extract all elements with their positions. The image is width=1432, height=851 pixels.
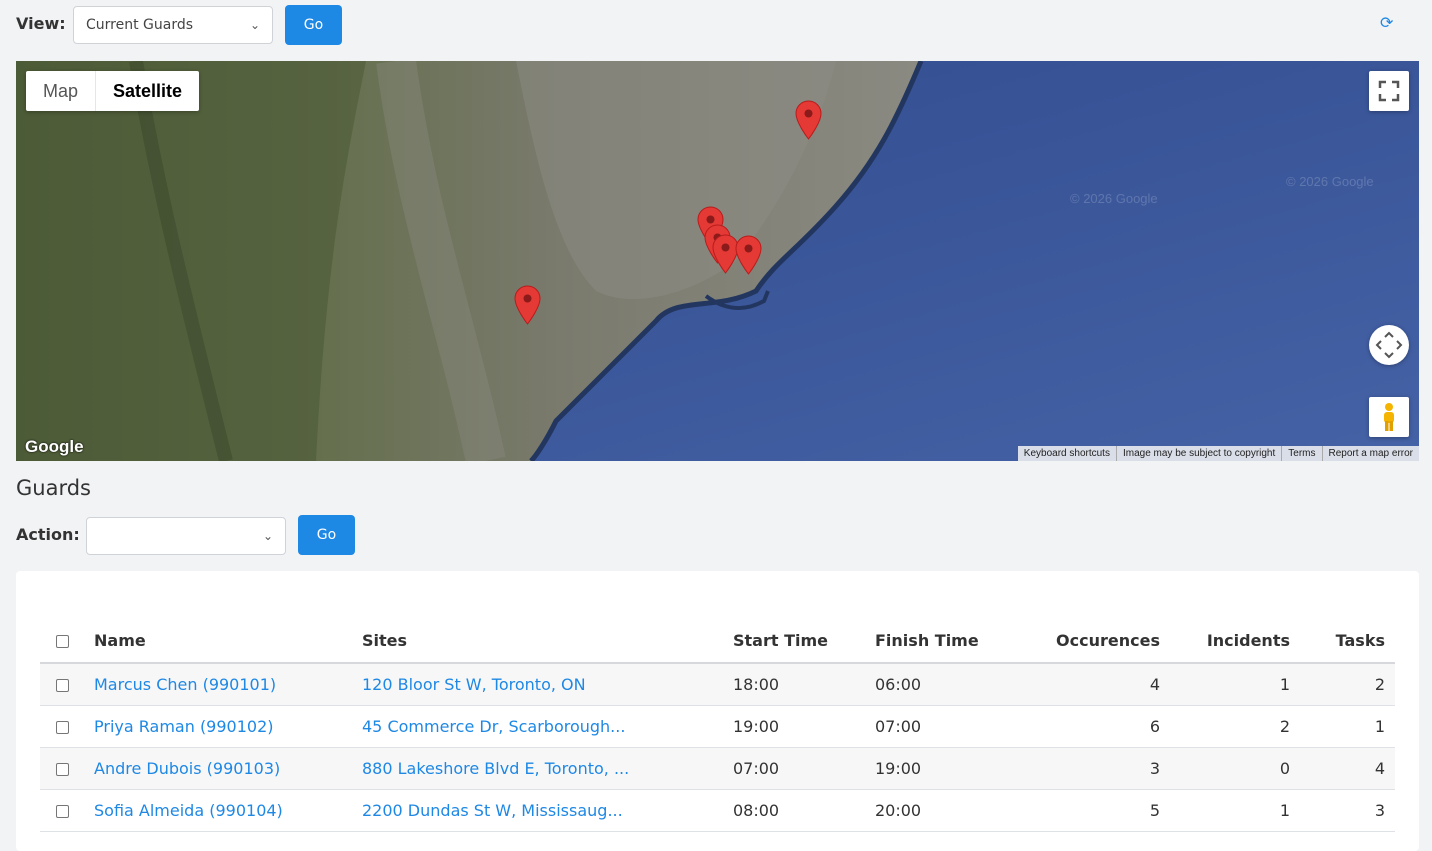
finish-time: 19:00	[865, 747, 1007, 790]
map-marker[interactable]	[514, 285, 541, 325]
row-select-cell	[40, 705, 84, 748]
incidents-count: 1	[1170, 789, 1300, 832]
google-logo: Google	[25, 437, 84, 456]
column-header-finish-time[interactable]: Finish Time	[865, 619, 1007, 664]
occurences-count: 6	[1007, 705, 1170, 748]
incidents-count: 0	[1170, 747, 1300, 790]
tasks-count: 3	[1300, 789, 1395, 832]
map-type-control: Map Satellite	[26, 71, 200, 111]
site-link[interactable]: 45 Commerce Dr, Scarborough...	[362, 717, 625, 736]
column-header-tasks[interactable]: Tasks	[1300, 619, 1395, 664]
view-toolbar: View: Current Guards ⌄ Go ⟳	[0, 0, 1432, 56]
report-map-error-link[interactable]: Report a map error	[1321, 446, 1419, 461]
row-checkbox[interactable]	[55, 720, 69, 734]
start-time: 18:00	[723, 663, 865, 706]
chevron-down-icon: ⌄	[262, 529, 273, 543]
map-marker[interactable]	[735, 235, 762, 275]
incidents-count: 2	[1170, 705, 1300, 748]
fullscreen-icon	[1378, 80, 1400, 102]
incidents-count: 1	[1170, 663, 1300, 706]
table-row: Sofia Almeida (990104) 2200 Dundas St W,…	[40, 789, 1395, 832]
chevron-down-icon: ⌄	[249, 18, 260, 32]
table-row: Andre Dubois (990103) 880 Lakeshore Blvd…	[40, 747, 1395, 790]
tasks-count: 1	[1300, 705, 1395, 748]
column-header-incidents[interactable]: Incidents	[1170, 619, 1300, 664]
guards-heading: Guards	[16, 476, 91, 500]
map-watermark: © 2026 Google	[1070, 191, 1158, 206]
tasks-count: 2	[1300, 663, 1395, 706]
select-all-checkbox[interactable]	[55, 635, 69, 648]
street-view-button[interactable]	[1369, 397, 1409, 437]
row-checkbox[interactable]	[55, 762, 69, 776]
camera-move-icon	[1375, 331, 1403, 359]
row-select-cell	[40, 789, 84, 832]
table-row: Marcus Chen (990101) 120 Bloor St W, Tor…	[40, 663, 1395, 706]
occurences-count: 5	[1007, 789, 1170, 832]
occurences-count: 3	[1007, 747, 1170, 790]
camera-move-button[interactable]	[1369, 325, 1409, 365]
column-header-start-time[interactable]: Start Time	[723, 619, 865, 664]
view-go-button[interactable]: Go	[285, 5, 342, 45]
guard-name-link[interactable]: Priya Raman (990102)	[94, 717, 274, 736]
start-time: 19:00	[723, 705, 865, 748]
start-time: 08:00	[723, 789, 865, 832]
select-all-cell	[40, 619, 84, 664]
tasks-count: 4	[1300, 747, 1395, 790]
map-attribution: Keyboard shortcuts Image may be subject …	[1017, 446, 1419, 461]
guard-name-link[interactable]: Sofia Almeida (990104)	[94, 801, 283, 820]
start-time: 07:00	[723, 747, 865, 790]
action-select[interactable]: ⌄	[86, 517, 286, 555]
finish-time: 07:00	[865, 705, 1007, 748]
fullscreen-button[interactable]	[1369, 71, 1409, 111]
guards-table-card: Name Sites Start Time Finish Time Occure…	[16, 571, 1419, 851]
view-select[interactable]: Current Guards ⌄	[73, 6, 273, 44]
pegman-icon	[1384, 403, 1394, 431]
guards-table: Name Sites Start Time Finish Time Occure…	[40, 619, 1395, 832]
site-link[interactable]: 120 Bloor St W, Toronto, ON	[362, 675, 586, 694]
map-view[interactable]: © 2026 Google © 2026 Google Map Satellit…	[16, 61, 1419, 461]
view-select-value: Current Guards	[86, 17, 194, 33]
keyboard-shortcuts-link[interactable]: Keyboard shortcuts	[1018, 446, 1116, 461]
site-link[interactable]: 2200 Dundas St W, Mississaug...	[362, 801, 623, 820]
map-watermark: © 2026 Google	[1286, 174, 1374, 189]
row-checkbox[interactable]	[55, 804, 69, 818]
view-label: View:	[16, 14, 66, 33]
action-label: Action:	[16, 525, 80, 544]
refresh-icon[interactable]: ⟳	[1380, 13, 1393, 32]
map-type-satellite-tab[interactable]: Satellite	[96, 71, 199, 111]
map-marker[interactable]	[795, 100, 822, 140]
terms-link[interactable]: Terms	[1281, 446, 1321, 461]
occurences-count: 4	[1007, 663, 1170, 706]
row-select-cell	[40, 663, 84, 706]
row-select-cell	[40, 747, 84, 790]
copyright-notice: Image may be subject to copyright	[1115, 446, 1281, 461]
guard-name-link[interactable]: Marcus Chen (990101)	[94, 675, 276, 694]
table-row: Priya Raman (990102) 45 Commerce Dr, Sca…	[40, 705, 1395, 748]
finish-time: 20:00	[865, 789, 1007, 832]
column-header-name[interactable]: Name	[84, 619, 352, 664]
guard-name-link[interactable]: Andre Dubois (990103)	[94, 759, 280, 778]
column-header-occurences[interactable]: Occurences	[1007, 619, 1170, 664]
map-type-map-tab[interactable]: Map	[26, 71, 97, 111]
site-link[interactable]: 880 Lakeshore Blvd E, Toronto, ...	[362, 759, 629, 778]
row-checkbox[interactable]	[55, 678, 69, 692]
table-header-row: Name Sites Start Time Finish Time Occure…	[40, 619, 1395, 664]
column-header-sites[interactable]: Sites	[352, 619, 723, 664]
finish-time: 06:00	[865, 663, 1007, 706]
action-go-button[interactable]: Go	[298, 515, 355, 555]
